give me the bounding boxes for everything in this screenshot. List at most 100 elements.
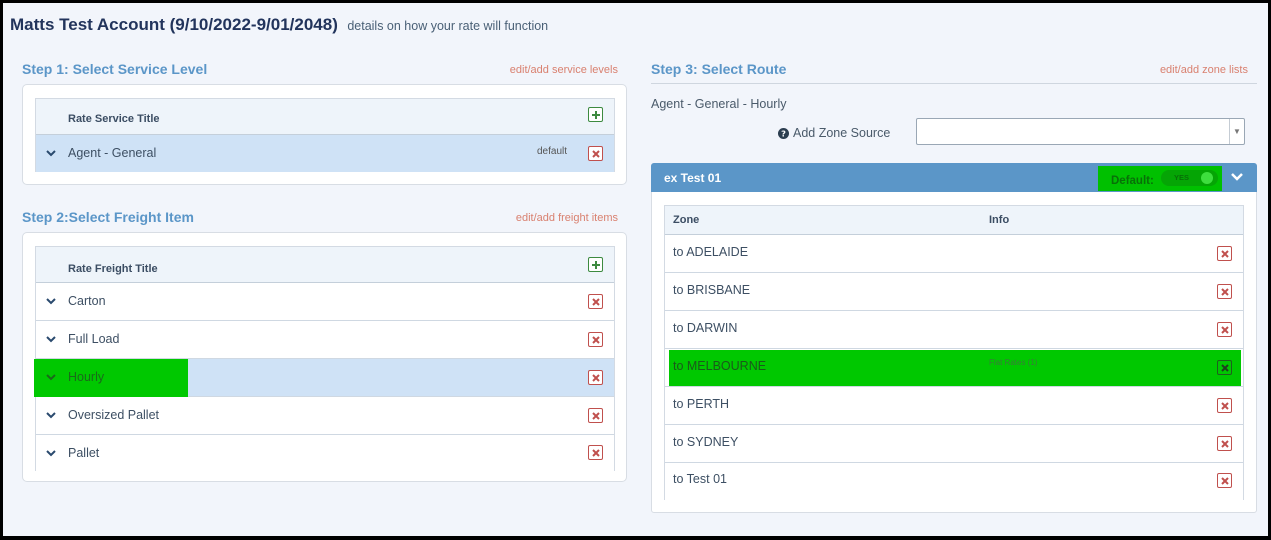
close-icon xyxy=(1220,363,1229,372)
app-frame: Matts Test Account (9/10/2022-9/01/2048)… xyxy=(3,3,1268,536)
route-name: Agent - General - Hourly xyxy=(651,97,787,111)
plus-icon xyxy=(591,110,600,119)
close-icon xyxy=(591,373,600,382)
freight-item-panel: Rate Freight Title Carton Full Load Hour… xyxy=(22,232,627,482)
remove-zone-button[interactable] xyxy=(1217,246,1232,261)
column-header-rate-freight-title: Rate Freight Title xyxy=(68,263,158,275)
switch-knob xyxy=(1201,172,1213,184)
zone-label: to SYDNEY xyxy=(673,435,739,449)
close-icon xyxy=(591,297,600,306)
zone-group-panel: ex Test 01 Default: YES Zone Info to ADE… xyxy=(651,163,1257,513)
page-title: Matts Test Account (9/10/2022-9/01/2048) xyxy=(10,15,338,34)
zone-table-header: Zone Info xyxy=(665,206,1243,235)
service-level-panel: Rate Service Title Agent - General defau… xyxy=(22,84,627,185)
zone-group-header[interactable]: ex Test 01 Default: YES xyxy=(651,163,1257,192)
step2-title: Step 2:Select Freight Item xyxy=(22,209,194,225)
remove-freight-item-button[interactable] xyxy=(588,370,603,385)
step3-divider xyxy=(651,83,1257,84)
freight-item-table: Rate Freight Title Carton Full Load Hour… xyxy=(34,246,615,471)
zone-label: to ADELAIDE xyxy=(673,245,749,259)
service-level-row[interactable]: Agent - General default xyxy=(36,135,614,172)
freight-item-label: Hourly xyxy=(68,370,105,384)
remove-freight-item-button[interactable] xyxy=(588,408,603,423)
close-icon xyxy=(1220,439,1229,448)
default-label: Default: xyxy=(1111,175,1154,187)
question-circle-icon[interactable]: ? xyxy=(778,128,789,139)
add-freight-item-button[interactable] xyxy=(588,257,603,272)
step3-title: Step 3: Select Route xyxy=(651,61,787,77)
default-switch[interactable]: YES xyxy=(1161,170,1218,186)
zone-source-select[interactable]: ▼ xyxy=(916,118,1245,145)
zone-label: to MELBOURNE xyxy=(673,359,767,373)
column-header-rate-service-title: Rate Service Title xyxy=(68,113,160,125)
chevron-down-icon[interactable] xyxy=(1230,170,1244,184)
remove-freight-item-button[interactable] xyxy=(588,445,603,460)
close-icon xyxy=(1220,287,1229,296)
freight-item-table-header: Rate Freight Title xyxy=(36,247,614,283)
zone-row[interactable]: to Test 01 xyxy=(665,463,1243,500)
page-header: Matts Test Account (9/10/2022-9/01/2048)… xyxy=(10,15,548,35)
edit-freight-items-link[interactable]: edit/add freight items xyxy=(516,212,618,224)
remove-zone-button[interactable] xyxy=(1217,322,1232,337)
zone-row[interactable]: to PERTH xyxy=(665,387,1243,425)
chevron-down-icon[interactable] xyxy=(44,146,58,160)
remove-freight-item-button[interactable] xyxy=(588,294,603,309)
zone-row[interactable]: to BRISBANE xyxy=(665,273,1243,311)
freight-item-label: Pallet xyxy=(68,446,100,460)
service-level-table: Rate Service Title Agent - General defau… xyxy=(35,98,615,172)
service-level-label: Agent - General xyxy=(68,146,157,160)
service-level-table-header: Rate Service Title xyxy=(36,99,614,135)
plus-icon xyxy=(591,260,600,269)
svg-text:?: ? xyxy=(781,129,786,139)
zone-label: to PERTH xyxy=(673,397,730,411)
chevron-down-icon[interactable] xyxy=(44,408,58,422)
zone-label: to DARWIN xyxy=(673,321,738,335)
freight-item-row[interactable]: Full Load xyxy=(36,321,614,359)
zone-label: to Test 01 xyxy=(673,472,727,486)
step1-title: Step 1: Select Service Level xyxy=(22,61,208,77)
close-icon xyxy=(591,335,600,344)
chevron-down-icon[interactable] xyxy=(44,332,58,346)
remove-zone-button[interactable] xyxy=(1217,436,1232,451)
close-icon xyxy=(1220,249,1229,258)
zone-row[interactable]: to DARWIN xyxy=(665,311,1243,349)
default-tag: default xyxy=(537,146,568,157)
zone-table: Zone Info to ADELAIDE to BRISBANE to DAR… xyxy=(664,205,1244,500)
edit-service-levels-link[interactable]: edit/add service levels xyxy=(510,64,618,76)
freight-item-label: Oversized Pallet xyxy=(68,408,160,422)
close-icon xyxy=(591,411,600,420)
column-header-info: Info xyxy=(989,214,1010,226)
zone-row[interactable]: to SYDNEY xyxy=(665,425,1243,463)
close-icon xyxy=(1220,325,1229,334)
close-icon xyxy=(1220,476,1229,485)
close-icon xyxy=(591,149,600,158)
add-zone-source-label: Add Zone Source xyxy=(793,126,891,140)
freight-item-label: Full Load xyxy=(68,332,120,346)
remove-zone-button[interactable] xyxy=(1217,284,1232,299)
remove-zone-button[interactable] xyxy=(1217,398,1232,413)
chevron-down-icon[interactable] xyxy=(44,446,58,460)
page-subtitle: details on how your rate will function xyxy=(347,19,549,33)
freight-item-label: Carton xyxy=(68,294,106,308)
remove-zone-button[interactable] xyxy=(1217,473,1232,488)
remove-zone-button[interactable] xyxy=(1217,360,1232,375)
add-service-level-button[interactable] xyxy=(588,107,603,122)
chevron-down-icon[interactable] xyxy=(44,294,58,308)
freight-item-row[interactable]: Carton xyxy=(36,283,614,321)
freight-item-row[interactable]: Pallet xyxy=(36,435,614,471)
freight-item-row[interactable]: Oversized Pallet xyxy=(36,397,614,435)
column-header-zone: Zone xyxy=(673,214,700,226)
default-switch-state: YES xyxy=(1174,173,1190,182)
default-toggle[interactable]: Default: YES xyxy=(1098,166,1222,191)
edit-zone-lists-link[interactable]: edit/add zone lists xyxy=(1160,64,1248,76)
zone-row[interactable]: to ADELAIDE xyxy=(665,235,1243,273)
remove-freight-item-button[interactable] xyxy=(588,332,603,347)
zone-group-title: ex Test 01 xyxy=(664,171,722,185)
close-icon xyxy=(1220,401,1229,410)
zone-info: Flat Rates (1) xyxy=(989,358,1038,367)
freight-item-row-selected[interactable]: Hourly xyxy=(34,359,614,397)
chevron-down-icon[interactable]: ▼ xyxy=(1229,119,1244,144)
chevron-down-icon[interactable] xyxy=(44,370,58,384)
remove-service-level-button[interactable] xyxy=(588,146,603,161)
zone-row-highlighted[interactable]: to MELBOURNE Flat Rates (1) xyxy=(665,349,1243,387)
